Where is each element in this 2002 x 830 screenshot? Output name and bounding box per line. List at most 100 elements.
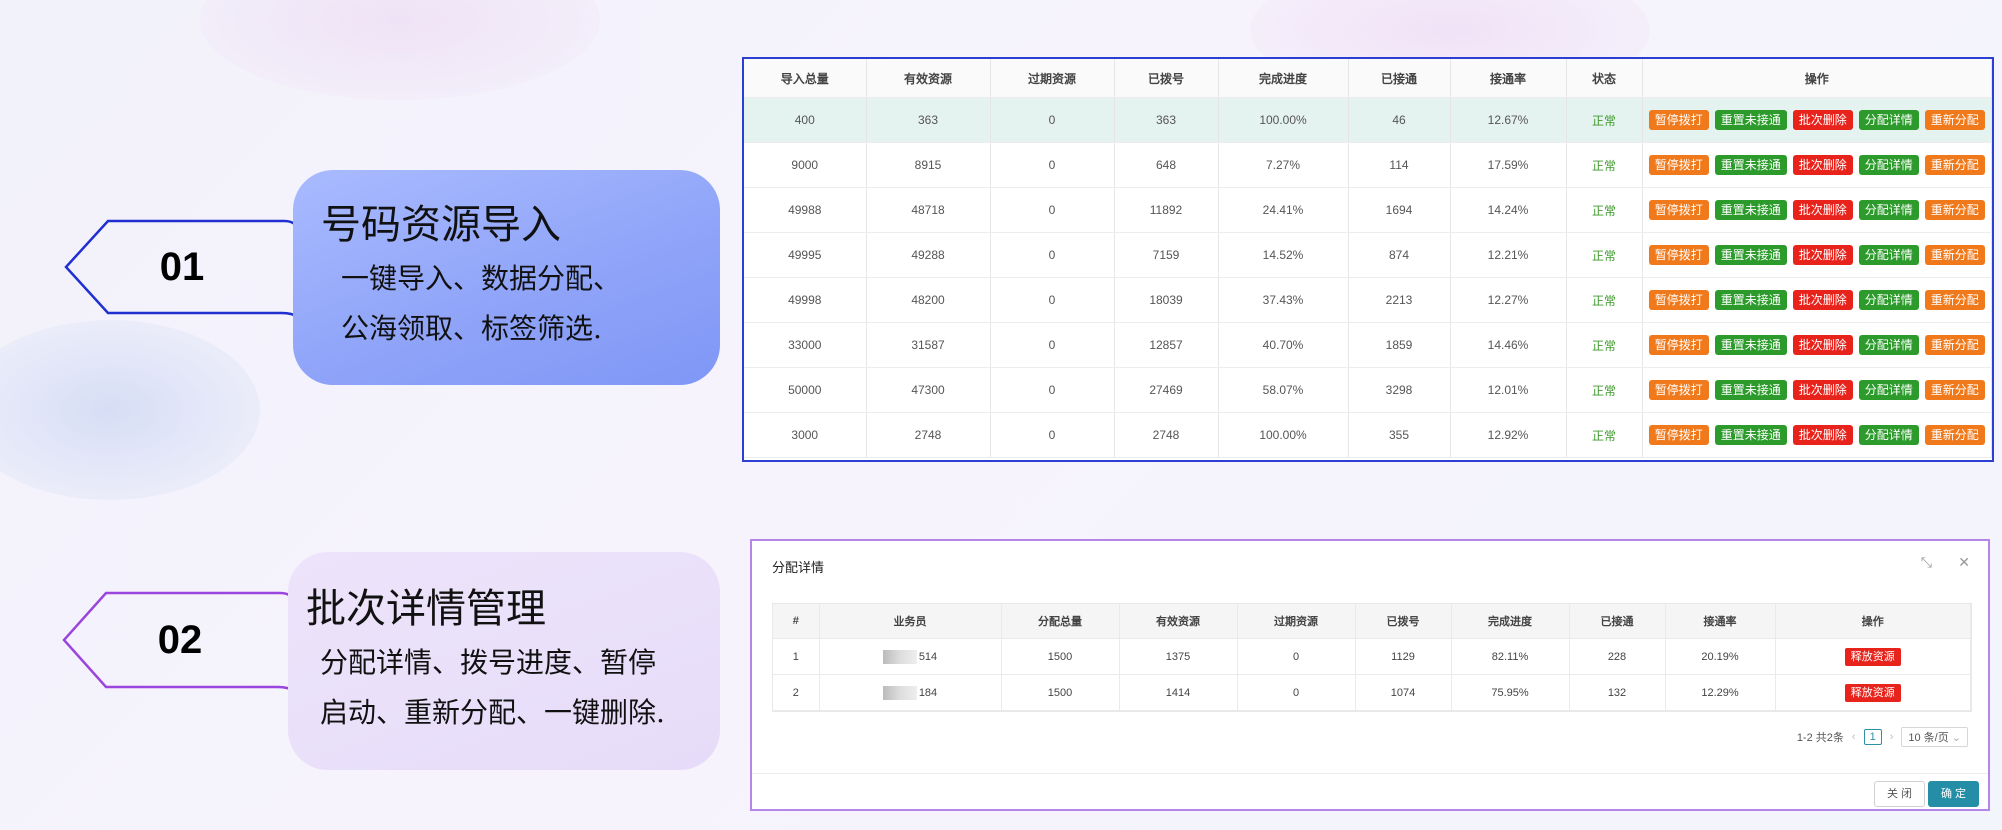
action-buttons: 暂停拨打 重置未接通 批次删除 分配详情 重新分配: [1643, 335, 1992, 355]
release-resource-button[interactable]: 释放资源: [1844, 647, 1901, 666]
table-cell: 0: [990, 232, 1115, 278]
reset-unanswered-button[interactable]: 重置未接通: [1714, 335, 1787, 355]
reset-unanswered-button[interactable]: 重置未接通: [1714, 200, 1787, 220]
page-number-current[interactable]: 1: [1863, 729, 1882, 745]
column-header: 已拨号: [1114, 59, 1219, 98]
column-header: 已接通: [1569, 604, 1666, 639]
allocation-detail-modal: 分配详情 ⤡ ✕ # 业务员 分配总量 有效资源 过期资源 已拨号 完成进度 已接通 接通率 操作…: [750, 539, 1990, 811]
allocation-detail-button[interactable]: 分配详情: [1858, 200, 1919, 220]
table-cell: 12.29%: [1665, 674, 1776, 711]
allocation-detail-button[interactable]: 分配详情: [1858, 155, 1919, 175]
reallocate-button[interactable]: 重新分配: [1924, 290, 1985, 310]
column-header: 状态: [1566, 59, 1643, 98]
feature-02-badge: 02: [62, 591, 298, 693]
table-cell: 18039: [1114, 277, 1219, 323]
table-cell: 49998: [744, 277, 867, 323]
reset-unanswered-button[interactable]: 重置未接通: [1714, 110, 1787, 130]
pause-dial-button[interactable]: 暂停拨打: [1648, 110, 1709, 130]
reallocate-button[interactable]: 重新分配: [1924, 380, 1985, 400]
table-header-row: # 业务员 分配总量 有效资源 过期资源 已拨号 完成进度 已接通 接通率 操作: [773, 604, 1971, 639]
actions-cell: 暂停拨打 重置未接通 批次删除 分配详情 重新分配: [1642, 232, 1992, 278]
table-cell: 14.24%: [1450, 187, 1567, 233]
allocation-detail-button[interactable]: 分配详情: [1858, 110, 1919, 130]
table-cell: 874: [1348, 232, 1451, 278]
redacted-name-blur: [882, 685, 917, 700]
column-header: 过期资源: [1237, 604, 1356, 639]
reallocate-button[interactable]: 重新分配: [1924, 245, 1985, 265]
next-page-icon[interactable]: ›: [1890, 731, 1894, 743]
pause-dial-button[interactable]: 暂停拨打: [1648, 290, 1709, 310]
close-icon[interactable]: ✕: [1958, 555, 1970, 571]
reset-unanswered-button[interactable]: 重置未接通: [1714, 155, 1787, 175]
batch-delete-button[interactable]: 批次删除: [1792, 335, 1853, 355]
table-row: 1 514 1500 1375 0 1129 82.11% 228 20.19% 释放资源: [773, 638, 1971, 675]
batch-delete-button[interactable]: 批次删除: [1792, 200, 1853, 220]
table-cell: 24.41%: [1218, 187, 1349, 233]
expand-icon[interactable]: ⤡: [1921, 555, 1932, 571]
reset-unanswered-button[interactable]: 重置未接通: [1714, 425, 1787, 445]
close-button[interactable]: 关 闭: [1874, 781, 1926, 807]
reallocate-button[interactable]: 重新分配: [1924, 200, 1985, 220]
pause-dial-button[interactable]: 暂停拨打: [1648, 335, 1709, 355]
allocation-detail-button[interactable]: 分配详情: [1858, 335, 1919, 355]
reallocate-button[interactable]: 重新分配: [1924, 335, 1985, 355]
pause-dial-button[interactable]: 暂停拨打: [1648, 200, 1709, 220]
status-cell: 正常: [1566, 187, 1643, 233]
table-cell: 9000: [744, 142, 867, 188]
table-cell: 27469: [1114, 367, 1219, 413]
feature-01-badge: 01: [64, 219, 300, 319]
column-header: 已拨号: [1355, 604, 1452, 639]
column-header: 已接通: [1348, 59, 1451, 98]
prev-page-icon[interactable]: ‹: [1852, 731, 1856, 743]
release-resource-button[interactable]: 释放资源: [1844, 683, 1901, 702]
status-cell: 正常: [1566, 412, 1643, 458]
batch-delete-button[interactable]: 批次删除: [1792, 245, 1853, 265]
allocation-detail-button[interactable]: 分配详情: [1858, 380, 1919, 400]
table-cell: 0: [990, 142, 1115, 188]
actions-cell: 释放资源: [1775, 674, 1971, 711]
actions-cell: 暂停拨打 重置未接通 批次删除 分配详情 重新分配: [1642, 277, 1992, 323]
feature-number: 02: [157, 618, 203, 662]
table-cell: 1074: [1355, 674, 1452, 711]
reset-unanswered-button[interactable]: 重置未接通: [1714, 380, 1787, 400]
table-cell: 1129: [1355, 638, 1452, 675]
pause-dial-button[interactable]: 暂停拨打: [1648, 425, 1709, 445]
table-cell: 114: [1348, 142, 1451, 188]
table-header-row: 导入总量 有效资源 过期资源 已拨号 完成进度 已接通 接通率 状态 操作: [744, 59, 1992, 98]
reallocate-button[interactable]: 重新分配: [1924, 110, 1985, 130]
allocation-detail-button[interactable]: 分配详情: [1858, 245, 1919, 265]
reallocate-button[interactable]: 重新分配: [1924, 155, 1985, 175]
reset-unanswered-button[interactable]: 重置未接通: [1714, 290, 1787, 310]
pagination-total: 1-2 共2条: [1796, 732, 1844, 744]
status-cell: 正常: [1566, 97, 1643, 143]
actions-cell: 暂停拨打 重置未接通 批次删除 分配详情 重新分配: [1642, 322, 1992, 368]
batch-delete-button[interactable]: 批次删除: [1792, 290, 1853, 310]
pause-dial-button[interactable]: 暂停拨打: [1648, 245, 1709, 265]
column-header: 操作: [1775, 604, 1971, 639]
table-cell: 2: [773, 674, 820, 711]
batch-delete-button[interactable]: 批次删除: [1792, 110, 1853, 130]
table-cell: 50000: [744, 367, 867, 413]
table-cell: 2748: [1114, 412, 1219, 458]
pause-dial-button[interactable]: 暂停拨打: [1648, 380, 1709, 400]
column-header: 分配总量: [1001, 604, 1120, 639]
table-row: 49988 48718 0 11892 24.41% 1694 14.24% 正常 暂停拨打 重置…: [744, 187, 1992, 233]
page-size-select[interactable]: 10 条/页 ⌄: [1901, 727, 1968, 747]
feature-description: 分配详情、拨号进度、暂停 启动、重新分配、一键删除.: [320, 646, 665, 729]
table-cell: 20.19%: [1665, 638, 1776, 675]
table-cell: 12.01%: [1450, 367, 1567, 413]
confirm-button[interactable]: 确 定: [1928, 781, 1980, 807]
column-header: 导入总量: [744, 59, 867, 98]
agent-cell: 514: [819, 638, 1002, 675]
footer-divider: [752, 773, 1988, 774]
allocation-detail-button[interactable]: 分配详情: [1858, 425, 1919, 445]
allocation-detail-button[interactable]: 分配详情: [1858, 290, 1919, 310]
batch-delete-button[interactable]: 批次删除: [1792, 380, 1853, 400]
reallocate-button[interactable]: 重新分配: [1924, 425, 1985, 445]
batch-delete-button[interactable]: 批次删除: [1792, 155, 1853, 175]
table-cell: 82.11%: [1451, 638, 1570, 675]
pause-dial-button[interactable]: 暂停拨打: [1648, 155, 1709, 175]
batch-delete-button[interactable]: 批次删除: [1792, 425, 1853, 445]
reset-unanswered-button[interactable]: 重置未接通: [1714, 245, 1787, 265]
table-cell: 12.27%: [1450, 277, 1567, 323]
